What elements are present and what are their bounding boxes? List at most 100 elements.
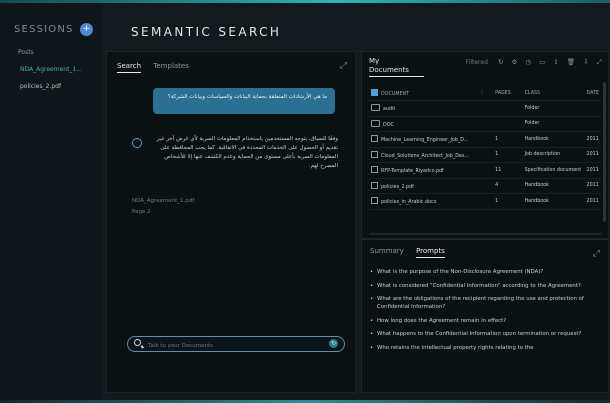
date-cell [584, 116, 601, 132]
table-row[interactable]: audit Folder [369, 100, 601, 117]
main-area: SEMANTIC SEARCH Search Templates ⤢ ما هي… [103, 3, 610, 400]
date-cell: 2011 [584, 131, 601, 148]
documents-table: DOCUMENT ⋮ PAGES CLASS DATE audit Folder… [369, 86, 601, 210]
tab-search[interactable]: Search [117, 62, 142, 73]
session-item[interactable]: NDA_Agreement_1... [20, 66, 82, 73]
table-row[interactable]: policies_in_Arabic.docx 1 Handbook 2011 [369, 193, 601, 210]
document-name-cell: audit [369, 100, 478, 117]
date-cell: 2011 [584, 147, 601, 163]
pages-cell [493, 116, 523, 132]
prompt-item[interactable]: Who retains the intellectual property ri… [370, 344, 602, 352]
filter-label[interactable]: Filtered [466, 59, 488, 66]
prompt-item[interactable]: What are the obligations of the recipien… [370, 295, 602, 311]
class-cell: Job description [522, 147, 585, 163]
upload-icon[interactable]: ⇪ [553, 58, 558, 66]
expand-icon[interactable]: ⤢ [593, 249, 600, 259]
tab-templates[interactable]: Templates [153, 62, 189, 72]
tab-prompts[interactable]: Prompts [416, 247, 445, 258]
pages-cell [493, 100, 523, 117]
vertical-scrollbar[interactable] [603, 82, 606, 222]
send-icon[interactable]: ↻ [329, 339, 338, 348]
row-checkbox[interactable] [371, 150, 378, 158]
documents-title-line1: My [369, 57, 380, 65]
delete-icon[interactable]: 🗑 [567, 58, 575, 66]
date-cell: 2011 [584, 162, 601, 179]
table-row[interactable]: Machine_Learning_Engineer_Job_D... 1 Han… [369, 131, 601, 148]
page-title: SEMANTIC SEARCH [131, 25, 282, 39]
table-row[interactable]: policies_2.pdf 4 Handbook 2011 [369, 178, 601, 194]
documents-title-line2: Documents [369, 66, 409, 74]
pages-cell: 11 [493, 162, 523, 179]
class-cell: Handbook [522, 193, 585, 210]
prompt-item[interactable]: What happens to the Confidential Informa… [370, 330, 602, 338]
class-cell: Handbook [522, 178, 585, 194]
pages-cell: 1 [493, 147, 523, 163]
pages-cell: 1 [493, 193, 523, 210]
horizontal-scrollbar[interactable] [369, 233, 601, 235]
folder-icon[interactable]: ▭ [539, 58, 545, 66]
expand-icon[interactable]: ⤢ [340, 61, 347, 71]
row-checkbox[interactable] [371, 166, 378, 174]
settings-icon[interactable]: ⚙ [512, 58, 518, 66]
select-all-checkbox[interactable] [371, 89, 378, 96]
chat-input[interactable] [146, 339, 310, 352]
chat-search-box: ↻ [127, 336, 345, 352]
pages-cell: 1 [493, 131, 523, 148]
document-name-cell: Machine_Learning_Engineer_Job_D... [369, 131, 478, 148]
source-page-label: Page 2 [132, 209, 151, 215]
prompt-item[interactable]: What is the purpose of the Non-Disclosur… [370, 268, 602, 276]
column-document[interactable]: DOCUMENT [369, 86, 478, 101]
table-row[interactable]: DOC Folder [369, 116, 601, 132]
prompt-item[interactable]: How long does the Agreement remain in ef… [370, 317, 602, 325]
row-checkbox[interactable] [371, 181, 378, 189]
pages-cell: 4 [493, 178, 523, 194]
session-item[interactable]: policies_2.pdf [20, 83, 61, 90]
new-session-button[interactable]: + [80, 23, 93, 36]
document-name-cell: policies_in_Arabic.docx [369, 193, 478, 210]
assistant-icon [132, 138, 142, 148]
folder-icon [371, 104, 380, 112]
expand-icon[interactable]: ⤢ [597, 58, 602, 66]
user-message: ما هي الأرشادات المتعلقة بحماية البيانات… [153, 88, 335, 114]
tab-summary[interactable]: Summary [370, 247, 404, 257]
search-icon [134, 339, 141, 346]
history-icon[interactable]: ◷ [525, 58, 531, 66]
assistant-message: وفقًا للسياق، يتوجه المستخدمين باستخدام … [156, 136, 338, 169]
sidebar-folder-label: Posts [18, 49, 34, 56]
document-name-cell: policies_2.pdf [369, 178, 478, 194]
table-header-row: DOCUMENT ⋮ PAGES CLASS DATE [369, 86, 601, 101]
class-cell: Folder [522, 116, 585, 132]
documents-panel: My Documents Filtered ↻ ⚙ ◷ ▭ ⇪ 🗑 ⇩ ⤢ DO… [361, 51, 609, 239]
table-row[interactable]: Cloud_Solutions_Architect_Job_Des... 1 J… [369, 147, 601, 163]
chat-panel: Search Templates ⤢ ما هي الأرشادات المتع… [106, 51, 356, 393]
download-icon[interactable]: ⇩ [583, 58, 588, 66]
document-name-cell: RFP-Template_Riyadco.pdf [369, 162, 478, 179]
documents-toolbar: Filtered ↻ ⚙ ◷ ▭ ⇪ 🗑 ⇩ ⤢ [460, 58, 602, 67]
date-cell: 2011 [584, 193, 601, 210]
folder-icon [371, 119, 380, 127]
column-class[interactable]: CLASS [522, 86, 585, 101]
date-cell [584, 100, 601, 117]
class-cell: Specification document [522, 162, 585, 179]
prompts-tabs: Summary Prompts [370, 247, 455, 258]
table-row[interactable]: RFP-Template_Riyadco.pdf 11 Specificatio… [369, 162, 601, 179]
chat-tabs: Search Templates [117, 62, 199, 73]
row-checkbox[interactable] [371, 197, 378, 205]
documents-title: My Documents [369, 57, 409, 75]
document-name-cell: DOC [369, 116, 478, 132]
prompt-item[interactable]: What is considered "Confidential Informa… [370, 282, 602, 290]
class-cell: Handbook [522, 131, 585, 148]
sessions-sidebar: SESSIONS + Posts NDA_Agreement_1... poli… [0, 3, 103, 400]
column-date[interactable]: DATE [584, 86, 601, 101]
column-menu-icon[interactable]: ⋮ [477, 86, 494, 101]
documents-title-underline [369, 76, 424, 77]
column-pages[interactable]: PAGES [493, 86, 523, 101]
prompt-list: What is the purpose of the Non-Disclosur… [370, 268, 602, 357]
sessions-title: SESSIONS [14, 24, 74, 35]
class-cell: Folder [522, 100, 585, 117]
document-name-cell: Cloud_Solutions_Architect_Job_Des... [369, 147, 478, 163]
refresh-icon[interactable]: ↻ [498, 58, 503, 66]
date-cell: 2011 [584, 178, 601, 194]
row-checkbox[interactable] [371, 135, 378, 143]
source-document-link[interactable]: NDA_Agreement_1.pdf [132, 198, 194, 204]
